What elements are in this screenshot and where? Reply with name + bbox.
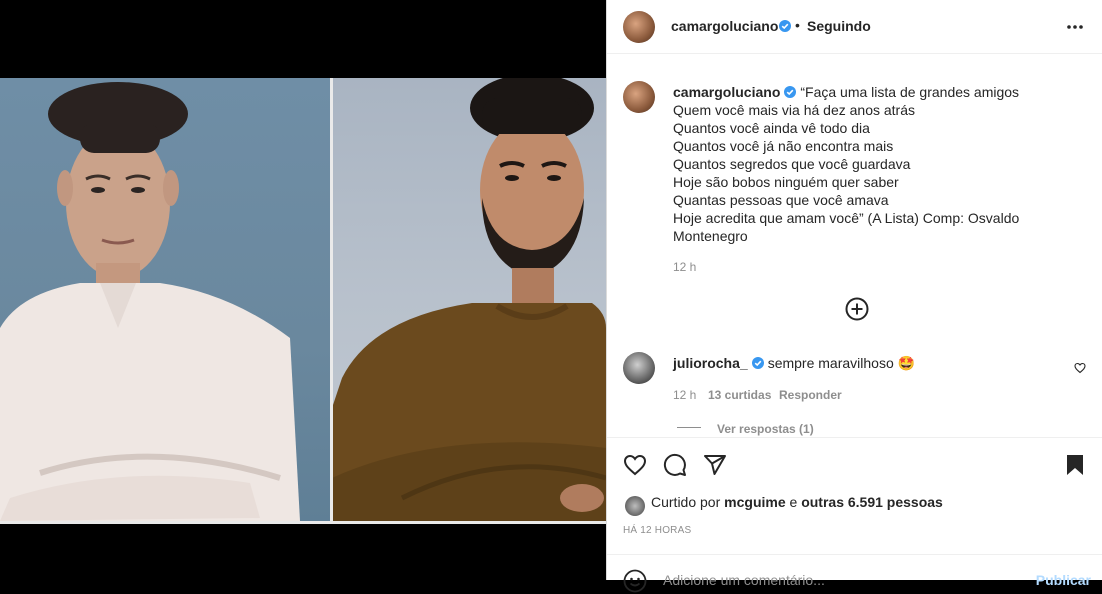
- likes-others[interactable]: outras 6.591 pessoas: [801, 494, 943, 510]
- verified-badge-icon: [784, 86, 797, 98]
- post-media[interactable]: [0, 0, 606, 580]
- photo-right-bearded-man: [332, 78, 606, 521]
- caption-line: Quem você mais via há dez anos atrás: [673, 102, 916, 118]
- comment-likes[interactable]: 13 curtidas: [708, 388, 771, 402]
- comment-time[interactable]: 12 h: [673, 388, 696, 402]
- following-button[interactable]: Seguindo: [807, 18, 871, 34]
- photo-left-young-man: [0, 78, 332, 521]
- caption-author-username[interactable]: camargoluciano: [673, 84, 780, 100]
- likes-prefix: Curtido por: [651, 494, 721, 510]
- heart-icon[interactable]: [623, 453, 647, 477]
- commenter-username[interactable]: juliorocha_: [673, 355, 748, 371]
- post-header: camargoluciano • Seguindo: [607, 0, 1102, 54]
- likes-middle: e: [789, 494, 798, 510]
- verified-badge-icon: [779, 20, 791, 32]
- liker-username[interactable]: mcguime: [724, 494, 785, 510]
- caption-line: Quantos segredos que você guardava: [673, 156, 911, 172]
- comment: juliorocha_ sempre maravilhoso 🤩: [673, 355, 915, 372]
- publish-button[interactable]: Publicar: [1036, 572, 1091, 588]
- caption-line: Quantos você ainda vê todo dia: [673, 120, 870, 136]
- post-photo: [0, 78, 606, 521]
- author-username[interactable]: camargoluciano: [671, 18, 778, 34]
- view-replies-button[interactable]: Ver respostas (1): [717, 422, 814, 436]
- verified-badge-icon: [751, 357, 764, 369]
- comment-input[interactable]: Adicione um comentário...: [663, 572, 825, 588]
- caption-line: Montenegro: [673, 228, 748, 244]
- bookmark-icon[interactable]: [1063, 453, 1087, 477]
- add-comment-bar: Adicione um comentário... Publicar: [607, 554, 1102, 594]
- caption-line: Hoje são bobos ninguém quer saber: [673, 174, 899, 190]
- emoji-icon[interactable]: [623, 569, 647, 593]
- photo-bottom-border: [0, 521, 606, 524]
- post-timestamp[interactable]: HÁ 12 HORAS: [623, 525, 691, 536]
- caption-line: Quantas pessoas que você amava: [673, 192, 889, 208]
- commenter-avatar[interactable]: [623, 352, 655, 384]
- liker-avatar[interactable]: [625, 496, 645, 516]
- caption-author-avatar[interactable]: [623, 81, 655, 113]
- reply-button[interactable]: Responder: [779, 388, 842, 402]
- photo-divider: [330, 78, 333, 521]
- comment-icon[interactable]: [663, 453, 687, 477]
- author-avatar[interactable]: [623, 11, 655, 43]
- caption-line: Quantos você já não encontra mais: [673, 138, 894, 154]
- share-icon[interactable]: [703, 453, 727, 477]
- post-panel: camargoluciano • Seguindo camargoluciano…: [606, 0, 1102, 593]
- replies-line: [677, 427, 701, 428]
- caption-line: Hoje acredita que amam você” (A Lista) C…: [673, 210, 1020, 226]
- caption-line: “Faça uma lista de grandes amigos: [800, 84, 1020, 100]
- separator-dot: •: [795, 17, 800, 33]
- likes-summary[interactable]: Curtido por mcguime e outras 6.591 pesso…: [651, 494, 943, 510]
- more-options-icon[interactable]: [1063, 18, 1087, 36]
- comment-like-heart-icon[interactable]: [1074, 362, 1086, 374]
- caption-time[interactable]: 12 h: [673, 260, 696, 274]
- load-more-comments-icon[interactable]: [845, 297, 869, 321]
- post-caption: camargoluciano “Faça uma lista de grandes…: [673, 83, 1063, 245]
- comment-body: sempre maravilhoso 🤩: [767, 355, 916, 371]
